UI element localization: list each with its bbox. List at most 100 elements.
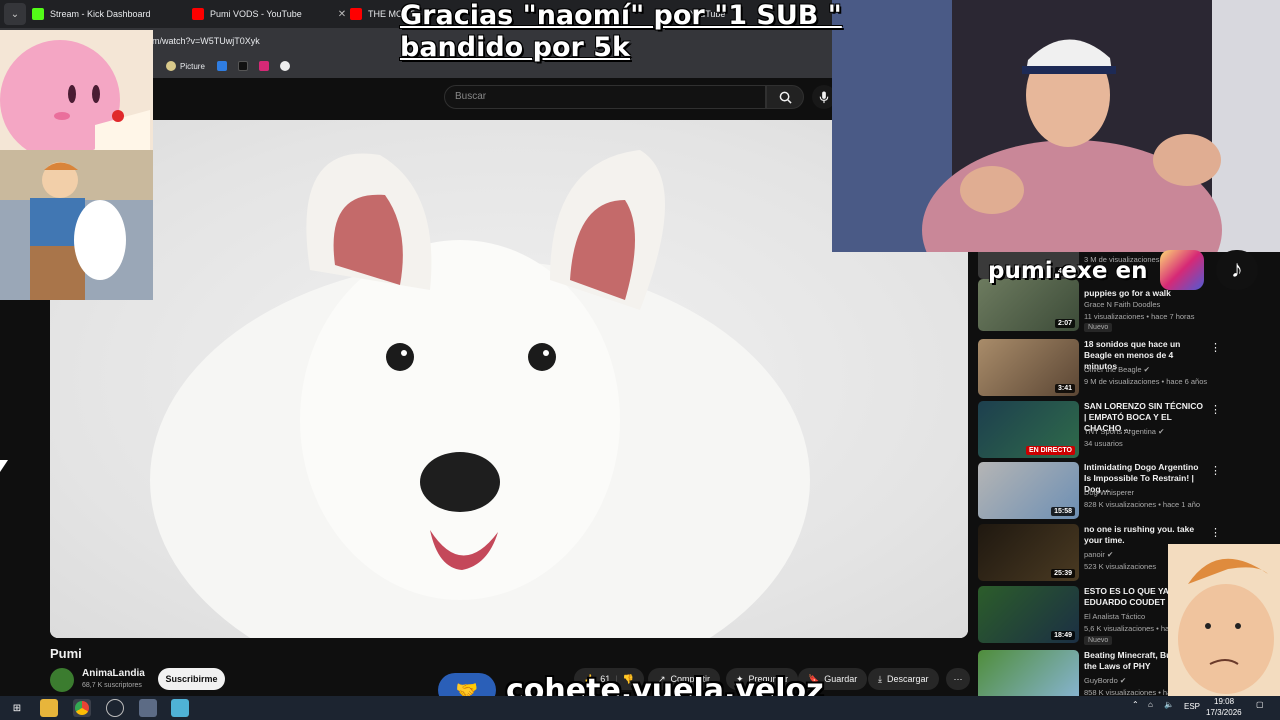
more-actions-button[interactable]: ⋯ — [946, 668, 970, 690]
video-thumbnail[interactable] — [978, 650, 1079, 696]
video-meta: 34 usuarios — [1084, 439, 1123, 448]
notifications-icon[interactable]: ▢ — [1256, 700, 1264, 709]
tintin-face-image — [1168, 544, 1280, 696]
video-player[interactable] — [50, 120, 968, 638]
video-thumbnail[interactable]: EN DIRECTO — [978, 401, 1079, 458]
volume-icon[interactable]: 🔈 — [1164, 700, 1174, 709]
duration-badge: 15:58 — [1051, 507, 1075, 516]
channel-name[interactable]: El Analista Táctico — [1084, 612, 1145, 621]
kirby-image — [0, 30, 153, 150]
video-thumbnail[interactable]: 25:39 — [978, 524, 1079, 581]
tab-label: Stream - Kick Dashboard — [50, 9, 151, 19]
tab-search-button[interactable]: ⌄ — [4, 3, 26, 25]
search-icon — [779, 91, 792, 104]
instagram-icon — [1160, 250, 1204, 290]
webcam-overlay — [832, 0, 1280, 252]
video-meta: 828 K visualizaciones • hace 1 año — [1084, 500, 1201, 509]
kick-icon — [32, 8, 44, 20]
discord-icon[interactable] — [139, 699, 157, 717]
tintin-image — [0, 150, 153, 300]
windows-start-icon[interactable]: ⊞ — [8, 699, 26, 717]
bookmark-outlook[interactable] — [217, 59, 227, 73]
list-item[interactable]: 15:58 Intimidating Dogo Argentino Is Imp… — [978, 462, 1273, 520]
download-button[interactable]: ⤓ Descargar — [868, 668, 939, 690]
close-tab-icon[interactable]: ✕ — [338, 9, 346, 20]
video-thumbnail[interactable]: 15:58 — [978, 462, 1079, 519]
picture-icon — [166, 61, 176, 71]
video-thumbnail[interactable]: 2:07 — [978, 279, 1079, 331]
promo-text: pumi.exe en — [988, 258, 1148, 284]
video-thumbnail[interactable]: 3:41 — [978, 339, 1079, 396]
obs-icon[interactable] — [106, 699, 124, 717]
more-options-icon[interactable]: ⋮ — [1210, 341, 1221, 354]
save-label: Guardar — [824, 674, 858, 684]
video-title[interactable]: no one is rushing you. take your time. — [1084, 524, 1206, 546]
channel-label: Oliver the Beagle — [1084, 365, 1142, 374]
windows-taskbar: ⊞ ⌃ ⌂ 🔈 ESP 19:08 17/3/2026 ▢ — [0, 696, 1280, 720]
browser-tab[interactable]: Stream - Kick Dashboard ✕ — [32, 4, 205, 24]
channel-label: GuyBordo — [1084, 676, 1118, 685]
streamer-webcam-image — [832, 0, 1280, 252]
search-input[interactable]: Buscar — [444, 85, 766, 109]
white-dog-image — [150, 150, 810, 638]
tintin-face-sticker — [1168, 544, 1280, 696]
bookmark-clock[interactable] — [280, 59, 290, 73]
video-meta: 11 visualizaciones • hace 7 horas — [1084, 312, 1195, 321]
youtube-icon — [192, 8, 204, 20]
file-explorer-icon[interactable] — [40, 699, 58, 717]
channel-name[interactable]: Oliver the Beagle ✔ — [1084, 365, 1150, 374]
verified-icon: ✔ — [1158, 427, 1165, 436]
kirby-sticker — [0, 30, 153, 150]
tray-chevron-icon[interactable]: ⌃ — [1132, 700, 1139, 709]
browser-tab[interactable]: Pumi VODS - YouTube ✕ — [192, 4, 346, 24]
bookmark-instagram[interactable] — [259, 59, 269, 73]
app-icon[interactable] — [171, 699, 189, 717]
language-indicator[interactable]: ESP — [1184, 702, 1200, 711]
new-badge: Nuevo — [1084, 636, 1113, 645]
bookmark-picture[interactable]: Picture — [166, 59, 205, 73]
video-meta: 5,6 K visualizaciones • hac — [1084, 624, 1173, 633]
social-promo: pumi.exe en — [988, 258, 1147, 284]
more-icon: ⋯ — [953, 673, 963, 684]
more-options-icon[interactable]: ⋮ — [1210, 464, 1221, 477]
clock-date[interactable]: 17/3/2026 — [1206, 708, 1242, 717]
list-item[interactable]: 3:41 18 sonidos que hace un Beagle en me… — [978, 339, 1273, 397]
more-options-icon[interactable]: ⋮ — [1210, 403, 1221, 416]
instagram-icon — [259, 61, 269, 71]
subscriber-count: 68,7 K suscriptores — [82, 682, 142, 689]
screen: { "browser": { "tabs": [ {"label": "Stre… — [0, 0, 1280, 720]
verified-icon: ✔ — [1143, 365, 1150, 374]
verified-icon: ✔ — [1119, 676, 1127, 685]
network-icon[interactable]: ⌂ — [1148, 700, 1153, 709]
live-badge: EN DIRECTO — [1025, 446, 1075, 455]
channel-name[interactable]: AnimaLandia — [82, 668, 145, 679]
list-item[interactable]: EN DIRECTO SAN LORENZO SIN TÉCNICO | EMP… — [978, 401, 1273, 459]
youtube-icon — [350, 8, 362, 20]
channel-avatar[interactable] — [50, 668, 74, 692]
url-text[interactable]: m/watch?v=W5TUwjT0Xyk — [152, 36, 260, 46]
mouse-cursor-icon — [0, 460, 8, 472]
more-options-icon[interactable]: ⋮ — [1210, 526, 1221, 539]
video-thumbnail[interactable]: 18:49 — [978, 586, 1079, 643]
duration-badge: 18:49 — [1051, 631, 1075, 640]
tiktok-icon: ♪ — [1216, 250, 1258, 290]
chrome-icon[interactable] — [73, 699, 91, 717]
clock-time[interactable]: 19:08 — [1214, 697, 1234, 706]
outlook-icon — [217, 61, 227, 71]
tintin-sticker — [0, 150, 153, 300]
channel-name[interactable]: Dog Whisperer — [1084, 488, 1134, 497]
channel-name[interactable]: Grace N Faith Doodles — [1084, 300, 1160, 309]
channel-name[interactable]: panoir ✔ — [1084, 550, 1113, 559]
subscribe-button[interactable]: Suscribirme — [158, 668, 225, 690]
video-title: Pumi — [50, 646, 82, 661]
microphone-icon — [819, 90, 829, 103]
channel-name[interactable]: TNT Sports Argentina ✔ — [1084, 427, 1164, 436]
duration-badge: 3:41 — [1054, 384, 1075, 393]
duration-badge: 2:07 — [1054, 319, 1075, 328]
search-button[interactable] — [766, 85, 804, 109]
clock-icon — [280, 61, 290, 71]
bookmark-tiktok[interactable] — [238, 59, 248, 73]
tiktok-icon — [238, 61, 248, 71]
channel-name[interactable]: GuyBordo ✔ — [1084, 676, 1126, 685]
duration-badge: 25:39 — [1051, 569, 1075, 578]
